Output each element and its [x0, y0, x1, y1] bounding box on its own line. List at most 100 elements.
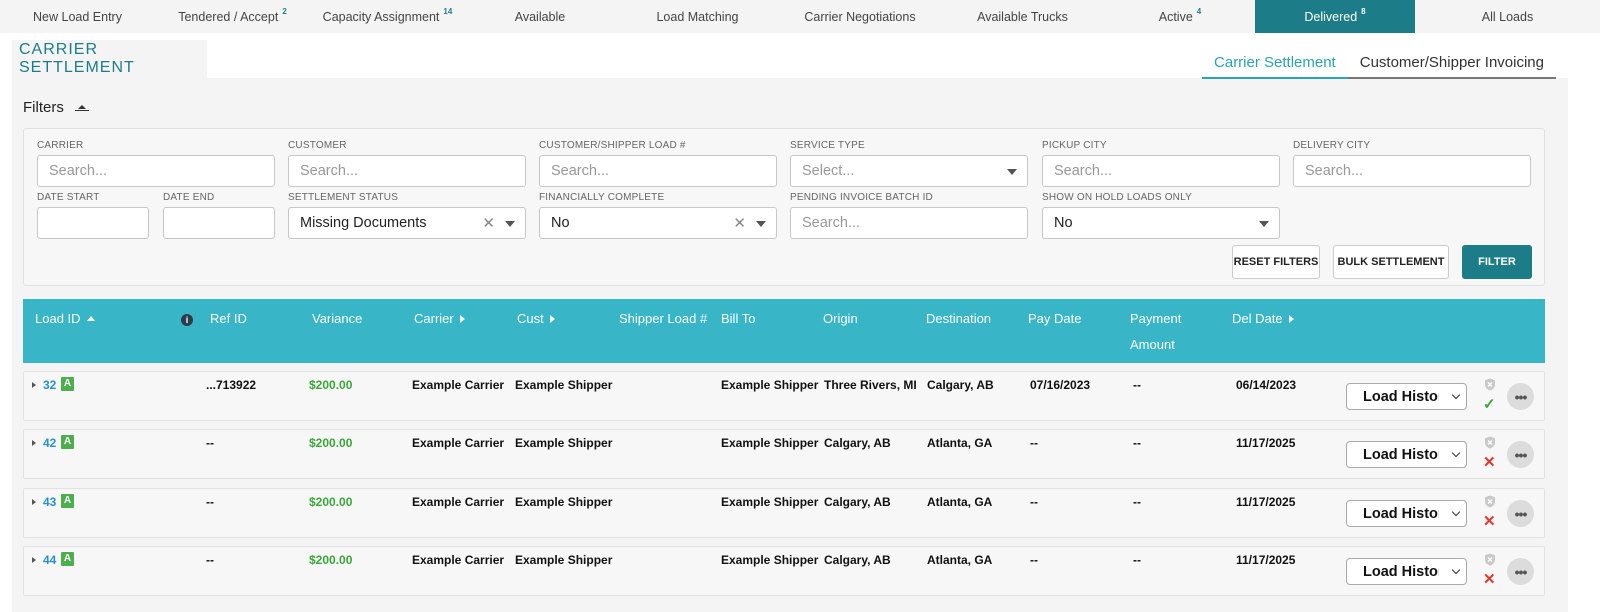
expand-icon[interactable]	[32, 382, 36, 388]
settlement-status-value: Missing Documents	[300, 215, 427, 231]
tab-available-trucks[interactable]: Available Trucks	[940, 0, 1105, 33]
delivery-city-label: DELIVERY CITY	[1293, 140, 1371, 151]
status-check-icon: ✓	[1483, 396, 1496, 413]
financially-complete-select[interactable]: No ✕	[539, 207, 777, 239]
expand-icon[interactable]	[32, 499, 36, 505]
tab-available[interactable]: Available	[465, 0, 615, 33]
tab-capacity-assignment[interactable]: Capacity Assignment 14	[310, 0, 465, 33]
filter-panel: CARRIER Search... CUSTOMER Search... CUS…	[23, 128, 1545, 286]
load-number-search-input[interactable]: Search...	[539, 155, 777, 187]
subtab-carrier-settlement[interactable]: Carrier Settlement	[1202, 50, 1348, 79]
table-row: 42 A -- $200.00 Example Carrier Example …	[23, 429, 1545, 479]
service-type-placeholder: Select...	[802, 163, 855, 179]
variance: $200.00	[309, 378, 353, 392]
carrier: Example Carrier	[412, 495, 505, 509]
expand-icon[interactable]	[32, 557, 36, 563]
tab-delivered[interactable]: Delivered 8	[1255, 0, 1415, 33]
on-hold-select[interactable]: No	[1042, 207, 1280, 239]
pickup-city-label: PICKUP CITY	[1042, 140, 1107, 151]
shield-icon	[1485, 553, 1495, 566]
subtab-bar: Carrier Settlement Customer/Shipper Invo…	[1202, 50, 1556, 79]
tab-carrier-negotiations[interactable]: Carrier Negotiations	[780, 0, 940, 33]
date-start-label: DATE START	[37, 192, 100, 203]
tab-count: 2	[282, 7, 287, 16]
pay-date: --	[1030, 495, 1038, 509]
col-del-date[interactable]: Del Date	[1232, 311, 1294, 326]
tab-all-loads[interactable]: All Loads	[1415, 0, 1600, 33]
reset-filters-button[interactable]: RESET FILTERS	[1232, 245, 1320, 279]
subtab-customer-invoicing[interactable]: Customer/Shipper Invoicing	[1347, 50, 1556, 79]
load-id-link[interactable]: 42	[43, 436, 56, 450]
carrier-search-input[interactable]: Search...	[37, 155, 275, 187]
expand-icon[interactable]	[32, 440, 36, 446]
chevron-down-icon	[1451, 448, 1461, 458]
status-x-icon: ✕	[1483, 513, 1496, 530]
load-id-link[interactable]: 44	[43, 553, 56, 567]
customer: Example Shipper	[515, 495, 613, 509]
settlement-status-select[interactable]: Missing Documents ✕	[288, 207, 526, 239]
date-end-label: DATE END	[163, 192, 215, 203]
tab-tendered-accept[interactable]: Tendered / Accept 2	[155, 0, 310, 33]
tab-label: Available Trucks	[977, 9, 1068, 24]
customer-search-input[interactable]: Search...	[288, 155, 526, 187]
tab-new-load-entry[interactable]: New Load Entry	[0, 0, 155, 33]
clear-icon[interactable]: ✕	[733, 214, 746, 232]
bulk-settlement-button[interactable]: BULK SETTLEMENT	[1333, 245, 1449, 279]
col-label: Carrier	[414, 311, 454, 326]
del-date: 11/17/2025	[1236, 553, 1296, 567]
load-history-value: Load History	[1363, 388, 1439, 405]
top-nav: New Load Entry Tendered / Accept 2 Capaci…	[0, 0, 1600, 33]
tab-label: Load Matching	[656, 9, 739, 24]
tab-label: Capacity Assignment	[322, 9, 440, 24]
delivery-city-search-input[interactable]: Search...	[1293, 155, 1531, 187]
more-options-button[interactable]: •••	[1507, 500, 1534, 527]
carrier: Example Carrier	[412, 436, 505, 450]
more-options-button[interactable]: •••	[1507, 441, 1534, 468]
del-date: 11/17/2025	[1236, 436, 1296, 450]
tab-label: All Loads	[1481, 9, 1534, 24]
ref-id: ...713922	[206, 378, 257, 392]
service-type-select[interactable]: Select...	[790, 155, 1028, 187]
tab-load-matching[interactable]: Load Matching	[615, 0, 780, 33]
col-cust[interactable]: Cust	[517, 311, 555, 326]
tab-label: Tendered / Accept	[178, 9, 279, 24]
date-end-input[interactable]	[163, 207, 275, 239]
collapse-icon	[73, 101, 89, 115]
col-carrier[interactable]: Carrier	[414, 311, 465, 326]
status-badge: A	[61, 494, 74, 508]
origin: Calgary, AB	[824, 495, 891, 509]
customer: Example Shipper	[515, 553, 613, 567]
destination: Atlanta, GA	[927, 495, 993, 509]
info-icon[interactable]: i	[181, 314, 193, 326]
pickup-city-search-input[interactable]: Search...	[1042, 155, 1280, 187]
shield-icon	[1485, 436, 1495, 449]
date-start-input[interactable]	[37, 207, 149, 239]
col-variance: Variance	[312, 311, 363, 326]
payment-amount: --	[1133, 495, 1141, 509]
more-options-button[interactable]: •••	[1507, 383, 1534, 410]
ref-id: --	[206, 495, 214, 509]
load-history-select[interactable]: Load History	[1346, 441, 1467, 468]
ref-id: --	[206, 553, 214, 567]
carrier: Example Carrier	[412, 378, 505, 392]
filter-button[interactable]: FILTER	[1462, 245, 1532, 279]
col-load-id[interactable]: Load ID	[35, 311, 95, 326]
on-hold-label: SHOW ON HOLD LOADS ONLY	[1042, 192, 1192, 203]
load-id-link[interactable]: 43	[43, 495, 56, 509]
load-id-link[interactable]: 32	[43, 378, 56, 392]
clear-icon[interactable]: ✕	[482, 214, 495, 232]
load-history-select[interactable]: Load History	[1346, 558, 1467, 585]
bill-to: Example Shipper	[721, 553, 819, 567]
pending-batch-search-input[interactable]: Search...	[790, 207, 1028, 239]
tab-count: 14	[443, 7, 453, 16]
table-header: Load ID i Ref ID Variance Carrier Cust S…	[23, 299, 1545, 363]
load-history-select[interactable]: Load History	[1346, 500, 1467, 527]
pay-date: 07/16/2023	[1030, 378, 1091, 392]
bill-to: Example Shipper	[721, 495, 819, 509]
more-options-button[interactable]: •••	[1507, 558, 1534, 585]
filters-toggle[interactable]: Filters	[23, 99, 89, 116]
tab-active[interactable]: Active 4	[1105, 0, 1255, 33]
ref-id: --	[206, 436, 214, 450]
load-history-select[interactable]: Load History	[1346, 383, 1467, 410]
col-ref-id: Ref ID	[210, 311, 247, 326]
